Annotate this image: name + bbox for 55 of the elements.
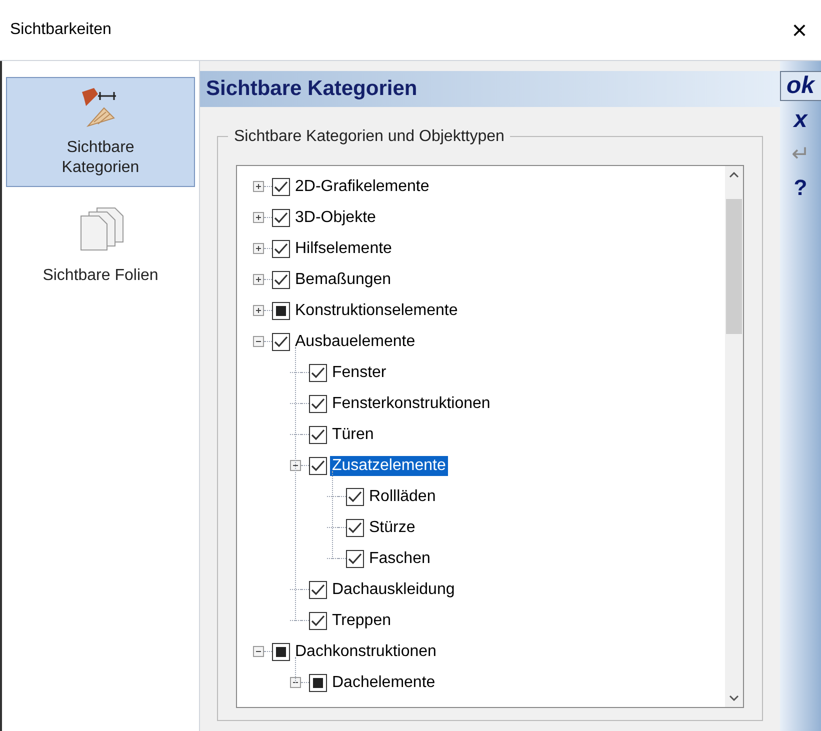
tree-checkbox[interactable] [272, 302, 290, 320]
tree-item-label[interactable]: Zusatzelemente [330, 456, 448, 476]
panel-title: Sichtbare Kategorien [206, 76, 418, 102]
scroll-thumb[interactable] [726, 199, 742, 334]
expand-icon[interactable] [253, 243, 264, 254]
tree-checkbox[interactable] [309, 394, 327, 412]
collapse-icon[interactable] [290, 460, 301, 471]
tree-item-label[interactable]: Dachkonstruktionen [293, 642, 438, 662]
tree-item-label[interactable]: Dachelemente [330, 672, 438, 692]
tree-item-label[interactable]: Bemaßungen [293, 270, 394, 290]
tree-checkbox[interactable] [346, 488, 364, 506]
collapse-icon[interactable] [290, 677, 301, 688]
tree-item-label[interactable]: Dachauskleidung [330, 580, 457, 600]
tree-checkbox[interactable] [272, 208, 290, 226]
ok-button[interactable]: ok [780, 71, 821, 101]
tree-item-label[interactable]: Fenster [330, 362, 388, 382]
tree-checkbox[interactable] [309, 364, 327, 382]
tree-checkbox[interactable] [309, 456, 327, 474]
tree-item-label[interactable]: 3D-Objekte [293, 208, 378, 228]
tree-checkbox[interactable] [309, 612, 327, 630]
scroll-up-icon[interactable] [729, 172, 739, 178]
tree-checkbox[interactable] [309, 674, 327, 692]
scroll-down-icon[interactable] [729, 695, 739, 701]
expand-icon[interactable] [253, 305, 264, 316]
tree-checkbox[interactable] [346, 550, 364, 568]
tree-item-label[interactable]: Türen [330, 424, 376, 444]
tree-checkbox[interactable] [309, 580, 327, 598]
tree-checkbox[interactable] [272, 240, 290, 258]
expand-icon[interactable] [253, 274, 264, 285]
collapse-icon[interactable] [253, 646, 264, 657]
tree-item-label[interactable]: Stürze [367, 518, 418, 538]
help-button[interactable]: ? [794, 173, 808, 203]
sidebar-item[interactable]: Sichtbare Kategorien [6, 77, 195, 187]
tree-checkbox[interactable] [272, 178, 290, 196]
tree-checkbox[interactable] [272, 642, 290, 660]
close-button[interactable]: × [788, 17, 811, 43]
tree-checkbox[interactable] [309, 426, 327, 444]
tree-item-label[interactable]: Hilfselemente [293, 238, 394, 258]
tree-item-label[interactable]: Fensterkonstruktionen [330, 394, 492, 414]
collapse-icon[interactable] [253, 336, 264, 347]
sidebar-item[interactable]: Sichtbare Folien [6, 195, 195, 295]
tree-checkbox[interactable] [346, 518, 364, 536]
tree-checkbox[interactable] [272, 332, 290, 350]
tree-item-label[interactable]: Rollläden [367, 486, 438, 506]
tree-item-label[interactable]: Ausbauelemente [293, 332, 418, 352]
tree-item-label[interactable]: Konstruktionselemente [293, 300, 460, 320]
expand-icon[interactable] [253, 181, 264, 192]
tree-item-label[interactable]: 2D-Grafikelemente [293, 176, 432, 196]
tree-item-label[interactable]: Faschen [367, 548, 432, 568]
scrollbar[interactable] [725, 166, 743, 707]
tree-item-label[interactable]: Treppen [330, 610, 393, 630]
window-title: Sichtbarkeiten [10, 20, 112, 40]
tree-checkbox[interactable] [272, 270, 290, 288]
expand-icon[interactable] [253, 212, 264, 223]
cancel-button[interactable]: x [794, 105, 808, 135]
